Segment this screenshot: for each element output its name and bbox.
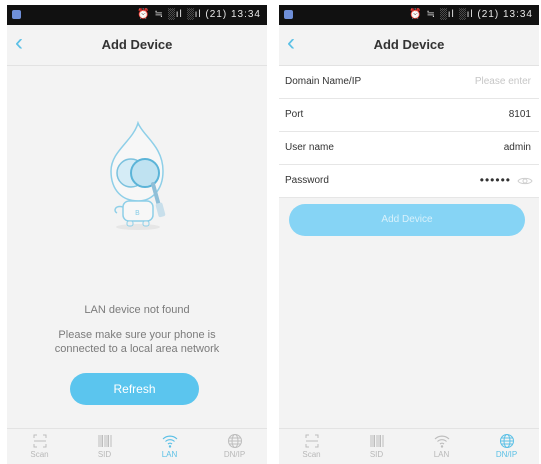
mascot-magnifier-illustration: B: [110, 121, 166, 230]
tab-label: Scan: [30, 450, 49, 459]
refresh-button[interactable]: Refresh: [70, 373, 199, 405]
tab-dnip[interactable]: DN/IP: [202, 429, 267, 464]
not-found-message: LAN device not found: [84, 304, 190, 316]
port-input[interactable]: 8101: [509, 109, 531, 120]
tab-label: DN/IP: [495, 450, 518, 459]
tab-scan[interactable]: Scan: [279, 429, 344, 464]
wifi-icon: [162, 435, 177, 448]
hint-message: Please make sure your phone is connected…: [7, 328, 267, 356]
tab-label: Scan: [302, 450, 321, 459]
notification-app-icon: [284, 10, 293, 19]
tab-lan[interactable]: LAN: [409, 429, 474, 464]
device-form: Domain Name/IP Please enter Port 8101 Us…: [279, 66, 539, 198]
globe-icon: [227, 434, 242, 448]
tab-label: SID: [369, 450, 384, 459]
tab-label: SID: [97, 450, 112, 459]
tab-label: LAN: [161, 450, 178, 459]
nav-bar: ‹ Add Device: [279, 25, 539, 66]
status-icons: ⏰ ≒ ░ıl ░ıl (21) 13:34: [137, 9, 261, 20]
tab-label: DN/IP: [223, 450, 246, 459]
username-input[interactable]: admin: [504, 142, 531, 153]
hint-line-2: connected to a local area network: [54, 343, 220, 355]
scan-icon: [33, 434, 46, 448]
tab-lan[interactable]: LAN: [137, 429, 202, 464]
tab-scan[interactable]: Scan: [7, 429, 72, 464]
barcode-icon: [370, 435, 383, 447]
password-row[interactable]: Password ••••••: [279, 165, 539, 198]
eye-icon[interactable]: [517, 176, 533, 186]
tab-label: LAN: [433, 450, 450, 459]
domain-row[interactable]: Domain Name/IP Please enter: [279, 66, 539, 99]
barcode-icon: [98, 435, 111, 447]
tab-dnip[interactable]: DN/IP: [474, 429, 539, 464]
port-label: Port: [285, 109, 304, 120]
lan-content: B LAN device not found Please make sure …: [7, 66, 267, 429]
wifi-icon: [434, 435, 449, 448]
dnip-content: Domain Name/IP Please enter Port 8101 Us…: [279, 66, 539, 429]
port-row[interactable]: Port 8101: [279, 99, 539, 132]
status-bar: ⏰ ≒ ░ıl ░ıl (21) 13:34: [279, 5, 539, 25]
tab-bar: Scan SID LAN DN/IP: [279, 428, 539, 464]
lan-screen: ⏰ ≒ ░ıl ░ıl (21) 13:34 ‹ Add Device B LA…: [7, 5, 267, 464]
page-title: Add Device: [101, 37, 173, 52]
username-row[interactable]: User name admin: [279, 132, 539, 165]
nav-bar: ‹ Add Device: [7, 25, 267, 66]
status-icons: ⏰ ≒ ░ıl ░ıl (21) 13:34: [409, 9, 533, 20]
domain-label: Domain Name/IP: [285, 76, 362, 87]
page-title: Add Device: [373, 37, 445, 52]
scan-icon: [305, 434, 318, 448]
tab-sid[interactable]: SID: [344, 429, 409, 464]
password-input[interactable]: ••••••: [480, 173, 511, 187]
status-bar: ⏰ ≒ ░ıl ░ıl (21) 13:34: [7, 5, 267, 25]
password-label: Password: [285, 175, 329, 186]
tab-sid[interactable]: SID: [72, 429, 137, 464]
domain-input[interactable]: Please enter: [475, 76, 531, 87]
dnip-screen: ⏰ ≒ ░ıl ░ıl (21) 13:34 ‹ Add Device Doma…: [279, 5, 539, 464]
hint-line-1: Please make sure your phone is: [58, 329, 216, 341]
username-label: User name: [285, 142, 334, 153]
tab-bar: Scan SID LAN DN/IP: [7, 428, 267, 464]
globe-icon: [499, 434, 514, 448]
svg-text:B: B: [135, 209, 140, 217]
add-device-button[interactable]: Add Device: [289, 204, 525, 236]
notification-app-icon: [12, 10, 21, 19]
